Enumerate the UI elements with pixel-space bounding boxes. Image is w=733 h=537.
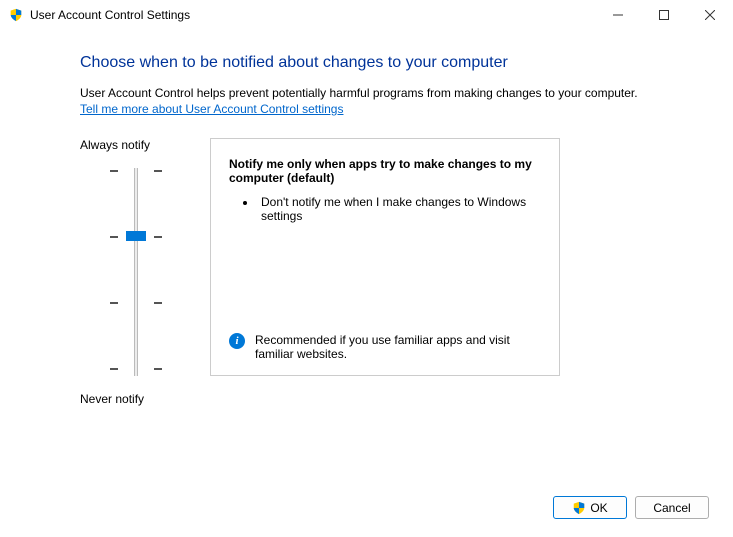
slider-label-never: Never notify [80,392,144,406]
slider-label-always: Always notify [80,138,150,152]
level-bullet: Don't notify me when I make changes to W… [257,195,541,223]
slider-tick [110,368,162,369]
level-recommendation: i Recommended if you use familiar apps a… [229,333,541,361]
page-heading: Choose when to be notified about changes… [80,54,693,72]
maximize-button[interactable] [641,0,687,30]
level-title: Notify me only when apps try to make cha… [229,157,541,185]
window-controls [595,0,733,30]
minimize-button[interactable] [595,0,641,30]
uac-shield-icon [8,7,24,23]
page-description: User Account Control helps prevent poten… [80,86,693,100]
slider-thumb[interactable] [126,231,146,241]
content-area: Choose when to be notified about changes… [0,30,733,406]
button-bar: OK Cancel [553,496,709,519]
titlebar: User Account Control Settings [0,0,733,30]
info-icon: i [229,333,245,349]
level-description-panel: Notify me only when apps try to make cha… [210,138,560,376]
slider-column: Always notify Never notify [80,138,210,406]
slider-track [134,168,138,376]
learn-more-link[interactable]: Tell me more about User Account Control … [80,102,343,116]
recommendation-text: Recommended if you use familiar apps and… [255,333,541,361]
ok-label: OK [590,501,607,515]
cancel-label: Cancel [653,501,690,515]
level-bullets: Don't notify me when I make changes to W… [229,195,541,325]
notification-slider[interactable] [106,162,166,382]
slider-tick [110,302,162,303]
cancel-button[interactable]: Cancel [635,496,709,519]
slider-tick [110,170,162,171]
ok-button[interactable]: OK [553,496,627,519]
slider-area: Always notify Never notify Notify me onl… [80,138,693,406]
uac-shield-icon [572,501,586,515]
window-title: User Account Control Settings [30,8,595,22]
close-button[interactable] [687,0,733,30]
